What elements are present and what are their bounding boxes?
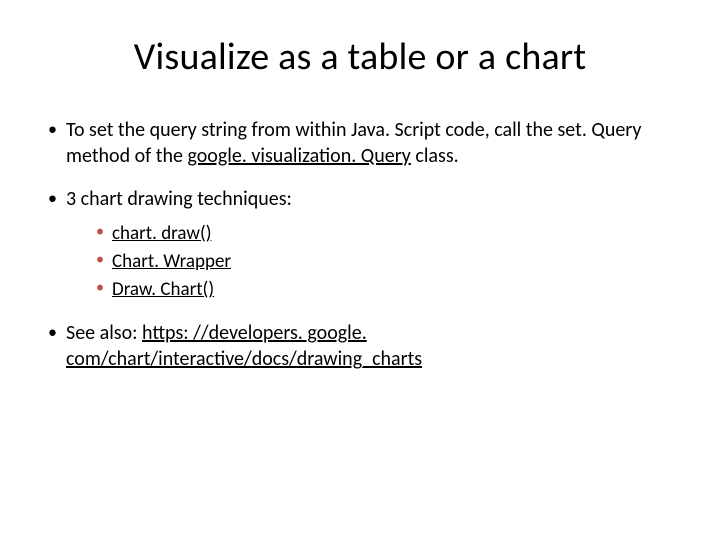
text: See also: [66,321,142,345]
class-link[interactable]: google. visualization. Query [187,144,410,168]
slide-title: Visualize as a table or a chart [48,34,672,80]
bullet-setquery: To set the query string from within Java… [48,118,672,169]
sub-chart-wrapper: Chart. Wrapper [96,249,672,275]
slide: Visualize as a table or a chart To set t… [0,0,720,540]
text: 3 chart drawing techniques: [66,187,292,211]
text: class. [411,144,459,168]
bullet-seealso: See also: https: //developers. google. c… [48,321,672,372]
link-draw-chart[interactable]: Draw. Chart() [112,278,214,301]
bullet-techniques: 3 chart drawing techniques: chart. draw(… [48,187,672,303]
sub-chart-draw: chart. draw() [96,221,672,247]
link-chart-wrapper[interactable]: Chart. Wrapper [112,250,231,273]
sub-list: chart. draw() Chart. Wrapper Draw. Chart… [66,221,672,304]
link-chart-draw[interactable]: chart. draw() [112,222,212,245]
bullet-list: To set the query string from within Java… [48,118,672,373]
sub-draw-chart: Draw. Chart() [96,277,672,303]
